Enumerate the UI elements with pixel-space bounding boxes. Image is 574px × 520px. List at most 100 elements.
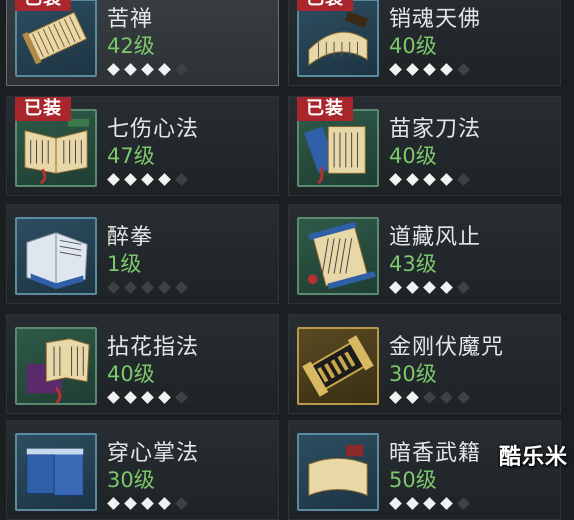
star-empty-icon — [158, 281, 171, 294]
star-filled-icon — [406, 281, 419, 294]
star-filled-icon — [389, 63, 402, 76]
star-filled-icon — [389, 281, 402, 294]
open-scroll-icon — [297, 0, 379, 77]
old-scroll-icon — [297, 433, 379, 511]
star-filled-icon — [423, 173, 436, 186]
star-empty-icon — [457, 391, 470, 404]
star-filled-icon — [423, 281, 436, 294]
skill-level: 47级 — [107, 144, 155, 168]
star-filled-icon — [124, 497, 137, 510]
star-empty-icon — [457, 63, 470, 76]
star-filled-icon — [440, 173, 453, 186]
skill-card-kuchan[interactable]: 已装苦禅42级 — [6, 0, 279, 86]
skill-card-chuanxin[interactable]: 穿心掌法 30级 — [6, 420, 279, 520]
skill-card-qishang[interactable]: 已装七伤心法 47级 — [6, 96, 279, 196]
star-filled-icon — [389, 173, 402, 186]
star-filled-icon — [406, 497, 419, 510]
old-scroll-icon-art — [308, 444, 368, 497]
skill-card-jingang[interactable]: 金刚伏魔咒 30级 — [288, 314, 561, 414]
star-filled-icon — [141, 497, 154, 510]
equipped-badge: 已装 — [15, 97, 71, 121]
star-filled-icon — [141, 63, 154, 76]
scroll-tassel-icon — [297, 217, 379, 295]
star-filled-icon — [124, 63, 137, 76]
scroll-tassel-icon-art — [307, 221, 376, 290]
skill-level: 30级 — [389, 362, 437, 386]
blue-book-icon-art — [303, 126, 366, 185]
star-filled-icon — [158, 63, 171, 76]
skill-card-daozang[interactable]: 道藏风止 43级 — [288, 204, 561, 304]
star-filled-icon — [107, 391, 120, 404]
skill-level: 40级 — [389, 34, 437, 58]
purple-book-icon-art — [26, 338, 90, 403]
equipped-badge: 已装 — [15, 0, 71, 11]
white-book-icon-art — [26, 232, 88, 290]
skill-level: 40级 — [107, 362, 155, 386]
skill-level: 40级 — [389, 144, 437, 168]
star-empty-icon — [175, 63, 188, 76]
star-filled-icon — [141, 391, 154, 404]
blue-bundle-icon — [15, 433, 97, 511]
skill-level: 30级 — [107, 468, 155, 492]
star-empty-icon — [457, 281, 470, 294]
skill-name: 苗家刀法 — [389, 117, 482, 142]
skill-name: 七伤心法 — [107, 117, 200, 142]
star-empty-icon — [457, 497, 470, 510]
watermark: 酷乐米 — [498, 445, 568, 470]
star-filled-icon — [440, 281, 453, 294]
skill-level: 1级 — [107, 252, 142, 276]
star-empty-icon — [440, 391, 453, 404]
skill-name: 拈花指法 — [107, 335, 200, 360]
star-filled-icon — [124, 391, 137, 404]
star-empty-icon — [175, 173, 188, 186]
star-empty-icon — [124, 281, 137, 294]
star-filled-icon — [107, 173, 120, 186]
skill-name: 销魂天佛 — [389, 7, 482, 32]
skill-name: 道藏风止 — [389, 225, 482, 250]
scroll-bundle-icon — [15, 0, 97, 77]
skill-card-nianhua[interactable]: 拈花指法 40级 — [6, 314, 279, 414]
skill-name: 苦禅 — [107, 7, 154, 32]
star-filled-icon — [406, 173, 419, 186]
star-filled-icon — [440, 497, 453, 510]
star-filled-icon — [158, 391, 171, 404]
star-filled-icon — [107, 497, 120, 510]
star-empty-icon — [175, 281, 188, 294]
open-scroll-icon-art — [308, 11, 369, 67]
skill-card-xiaohun[interactable]: 已装销魂天佛40级 — [288, 0, 561, 86]
skill-name: 穿心掌法 — [107, 441, 200, 466]
open-book-icon-art — [24, 118, 90, 185]
star-filled-icon — [124, 173, 137, 186]
star-filled-icon — [423, 497, 436, 510]
star-empty-icon — [141, 281, 154, 294]
purple-book-icon — [15, 327, 97, 405]
scroll-bundle-icon-art — [22, 11, 88, 65]
skill-card-zuiquan[interactable]: 醉拳 1级 — [6, 204, 279, 304]
star-filled-icon — [389, 391, 402, 404]
skill-name: 暗香武籍 — [389, 441, 482, 466]
equipped-badge: 已装 — [297, 0, 353, 11]
star-empty-icon — [107, 281, 120, 294]
skill-name: 醉拳 — [107, 225, 154, 250]
gold-scroll-icon — [297, 327, 379, 405]
star-filled-icon — [107, 63, 120, 76]
star-empty-icon — [457, 173, 470, 186]
star-filled-icon — [406, 63, 419, 76]
star-filled-icon — [158, 497, 171, 510]
white-book-icon — [15, 217, 97, 295]
skill-level: 42级 — [107, 34, 155, 58]
skill-grid: 已装苦禅42级 已装销魂天佛40级 已装七伤心法47级 已装苗家刀法40级 醉拳… — [0, 0, 574, 520]
star-empty-icon — [175, 391, 188, 404]
star-filled-icon — [440, 63, 453, 76]
star-filled-icon — [141, 173, 154, 186]
star-empty-icon — [175, 497, 188, 510]
skill-card-miaojia[interactable]: 已装苗家刀法 40级 — [288, 96, 561, 196]
star-empty-icon — [423, 391, 436, 404]
star-filled-icon — [389, 497, 402, 510]
equipped-badge: 已装 — [297, 97, 353, 121]
skill-level: 50级 — [389, 468, 437, 492]
blue-bundle-icon-art — [26, 448, 84, 496]
star-filled-icon — [423, 63, 436, 76]
skill-name: 金刚伏魔咒 — [389, 335, 505, 360]
gold-scroll-icon-art — [302, 335, 374, 397]
